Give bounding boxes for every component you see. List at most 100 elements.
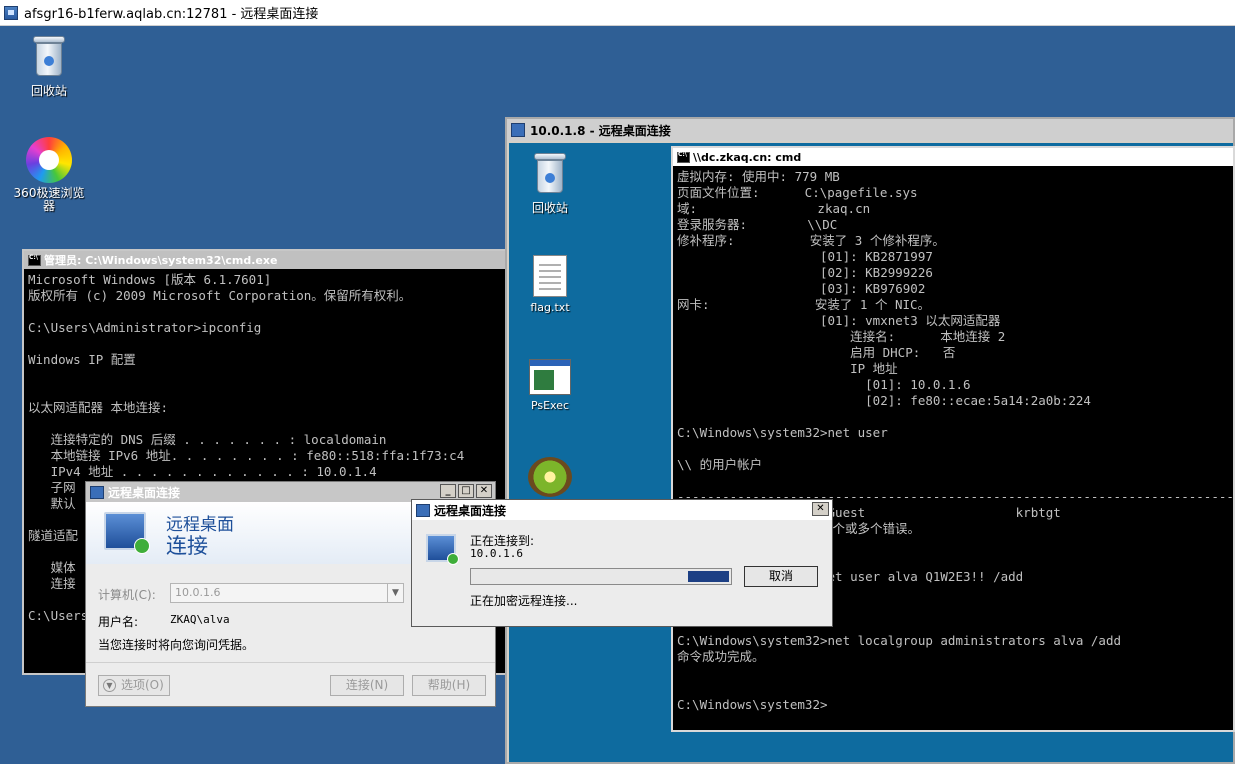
connecting-address: 10.0.1.6 [470, 547, 523, 560]
psexec-icon [529, 359, 571, 395]
right-line: IP 地址 [677, 361, 898, 376]
right-line [677, 665, 1229, 681]
right-line: 域: zkaq.cn [677, 201, 871, 216]
username-label: 用户名: [98, 615, 139, 629]
outer-window-titlebar[interactable]: afsgr16-b1ferw.aqlab.cn:12781 - 远程桌面连接 [0, 0, 1235, 26]
connecting-status: 正在加密远程连接... [470, 594, 578, 608]
right-cmd-title: \\dc.zkaq.cn: cmd [693, 150, 802, 164]
connection-progress-bar [470, 568, 732, 585]
inner-icon-kiwi[interactable] [515, 457, 585, 501]
right-line [677, 441, 1229, 457]
right-line: C:\Windows\system32>net user [677, 425, 888, 440]
left-cmd-titlebar[interactable]: 管理员: C:\Windows\system32\cmd.exe [24, 251, 506, 269]
remote-desktop-icon [416, 503, 430, 517]
right-cmd-titlebar[interactable]: \\dc.zkaq.cn: cmd [673, 148, 1233, 166]
right-line: C:\Windows\system32>net localgroup admin… [677, 633, 1122, 648]
right-line: 登录服务器: \\DC [677, 217, 838, 232]
left-line: Microsoft Windows [版本 6.1.7601] [28, 272, 272, 287]
left-line [28, 336, 502, 352]
right-line: 命令成功完成。 [677, 649, 765, 664]
flag-label: flag.txt [530, 301, 570, 314]
right-cmd-output[interactable]: 虚拟内存: 使用中: 779 MB 页面文件位置: C:\pagefile.sys… [673, 166, 1233, 716]
connecting-dialog-title: 远程桌面连接 [434, 503, 507, 518]
left-line: IPv4 地址 . . . . . . . . . . . . : 10.0.1… [28, 464, 377, 479]
inner-rdp-titlebar[interactable]: 10.0.1.8 - 远程桌面连接 [507, 119, 1233, 141]
browser-360-icon [26, 137, 72, 183]
remote-desktop-icon [511, 123, 525, 137]
right-line [677, 473, 1229, 489]
right-line [677, 409, 1229, 425]
right-line: [02]: fe80::ecae:5a14:2a0b:224 [677, 393, 1091, 408]
right-line: \\ 的用户帐户 [677, 457, 763, 472]
right-line: [02]: KB2999226 [677, 265, 933, 280]
computer-select[interactable]: 10.0.1.6 ▼ [170, 583, 404, 603]
desktop-icon-360-browser[interactable]: 360极速浏览器 [13, 137, 85, 213]
right-line: [01]: vmxnet3 以太网适配器 [677, 313, 1001, 328]
right-line: 虚拟内存: 使用中: 779 MB [677, 169, 840, 184]
right-line: 启用 DHCP: 否 [677, 345, 956, 360]
connect-button[interactable]: 连接(N) [330, 675, 404, 696]
right-line: [01]: KB2871997 [677, 249, 933, 264]
inner-icon-psexec[interactable]: PsExec [515, 359, 585, 412]
left-line: C:\Users\Administrator>ipconfig [28, 320, 262, 335]
inner-rdp-title: 10.0.1.8 - 远程桌面连接 [530, 123, 671, 138]
left-cmd-title: 管理员: C:\Windows\system32\cmd.exe [44, 254, 278, 267]
left-line: 连接特定的 DNS 后缀 . . . . . . . : localdomain [28, 432, 387, 447]
computer-value: 10.0.1.6 [175, 586, 221, 599]
chevron-down-icon[interactable]: ▼ [387, 584, 403, 602]
browser-label: 360极速浏览器 [13, 186, 85, 213]
options-button[interactable]: ▼ 选项(O) [98, 675, 170, 696]
username-value: ZKAQ\alva [170, 613, 230, 626]
cmd-icon [28, 254, 41, 266]
inner-icon-flag-txt[interactable]: flag.txt [515, 255, 585, 314]
monitor-icon [104, 512, 150, 554]
right-line: [01]: 10.0.1.6 [677, 377, 971, 392]
right-line: [03]: KB976902 [677, 281, 926, 296]
right-cmd-window[interactable]: \\dc.zkaq.cn: cmd 虚拟内存: 使用中: 779 MB页面文件位… [671, 146, 1235, 732]
computer-label: 计算机(C): [98, 588, 156, 602]
close-button[interactable]: ✕ [476, 484, 492, 498]
help-button[interactable]: 帮助(H) [412, 675, 486, 696]
options-label: 选项(O) [121, 678, 164, 692]
divider [86, 662, 495, 663]
recycle-bin-label: 回收站 [30, 84, 67, 98]
monitor-icon [426, 534, 459, 565]
text-file-icon [533, 255, 567, 297]
outer-window-title: afsgr16-b1ferw.aqlab.cn:12781 - 远程桌面连接 [24, 7, 319, 22]
right-line: 网卡: 安装了 1 个 NIC。 [677, 297, 931, 312]
remote-desktop-icon [4, 5, 18, 20]
left-line [28, 416, 502, 432]
left-line: 以太网适配器 本地连接: [28, 400, 169, 415]
cancel-button[interactable]: 取消 [744, 566, 818, 587]
kiwi-icon [528, 457, 572, 497]
right-line [677, 681, 1229, 697]
maximize-button[interactable]: □ [458, 484, 474, 498]
right-line: 页面文件位置: C:\pagefile.sys [677, 185, 918, 200]
left-line [28, 304, 502, 320]
inner-recycle-bin-label: 回收站 [531, 201, 568, 215]
right-line: 修补程序: 安装了 3 个修补程序。 [677, 233, 945, 248]
rdp-dialog-title: 远程桌面连接 [108, 485, 181, 500]
desktop-icon-recycle-bin[interactable]: 回收站 [14, 34, 84, 99]
left-line: Windows IP 配置 [28, 352, 136, 367]
left-line [28, 368, 502, 384]
rdp-header-line2: 连接 [166, 534, 208, 558]
connecting-dialog-titlebar[interactable]: 远程桌面连接 ✕ [412, 500, 832, 520]
psexec-label: PsExec [530, 399, 570, 412]
minimize-button[interactable]: _ [440, 484, 456, 498]
right-line: 连接名: 本地连接 2 [677, 329, 1006, 344]
remote-desktop-icon [90, 485, 104, 499]
connecting-dialog[interactable]: 远程桌面连接 ✕ 正在连接到: 10.0.1.6 取消 正在加密远程连接... [411, 499, 833, 627]
recycle-bin-icon [31, 34, 67, 78]
recycle-bin-icon [532, 151, 568, 195]
cmd-icon [677, 151, 690, 163]
right-line: C:\Windows\system32> [677, 697, 828, 712]
inner-icon-recycle-bin[interactable]: 回收站 [515, 151, 585, 216]
chevron-down-icon: ▼ [103, 679, 116, 692]
left-line: 本地链接 IPv6 地址. . . . . . . . : fe80::518:… [28, 448, 465, 463]
credentials-notice: 当您连接时将向您询问凭据。 [98, 638, 255, 652]
close-button[interactable]: ✕ [812, 502, 829, 516]
left-line: 版权所有 (c) 2009 Microsoft Corporation。保留所有… [28, 288, 412, 303]
left-line [28, 384, 502, 400]
progress-fill [688, 571, 729, 582]
